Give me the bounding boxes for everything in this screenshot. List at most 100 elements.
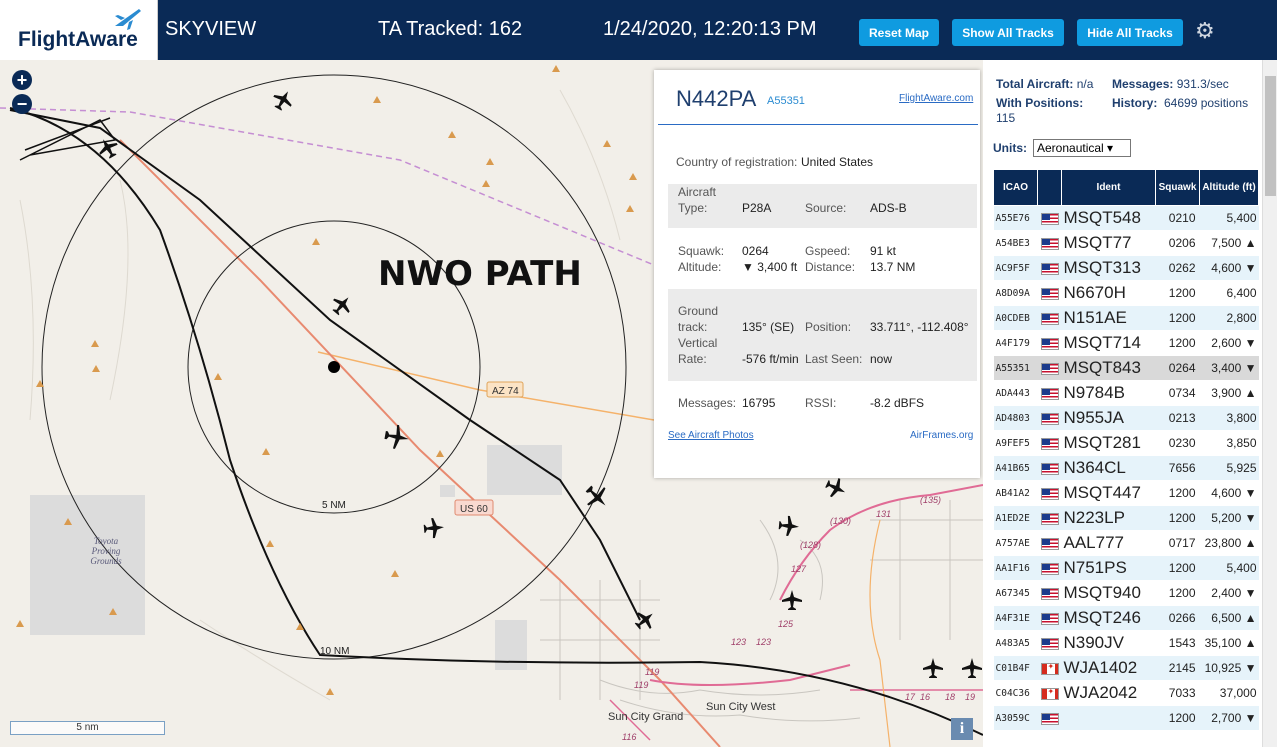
row-icao: A41B65 — [993, 455, 1038, 481]
flag-usa-icon — [1040, 512, 1059, 525]
flightaware-link[interactable]: FlightAware.com — [899, 93, 973, 104]
row-squawk: 1200 — [1155, 580, 1200, 606]
svg-text:(130): (130) — [830, 516, 851, 526]
table-row[interactable]: AB41A2 MSQT447 1200 4,600 ▼ — [993, 480, 1259, 506]
row-squawk: 1200 — [1155, 705, 1200, 731]
map-scale-bar: 5 nm — [10, 721, 165, 735]
col-icao[interactable]: ICAO — [993, 169, 1038, 206]
table-row[interactable]: AD4803 N955JA 0213 3,800 — [993, 405, 1259, 431]
row-ident: N364CL — [1061, 455, 1156, 481]
row-flag — [1037, 555, 1062, 581]
table-row[interactable]: A757AE AAL777 0717 23,800 ▲ — [993, 530, 1259, 556]
aircraft-icon — [782, 590, 802, 610]
road-us60-label: US 60 — [460, 504, 488, 515]
info-icon[interactable]: i — [951, 718, 973, 740]
col-squawk[interactable]: Squawk — [1155, 169, 1200, 206]
svg-text:17: 17 — [905, 692, 916, 702]
datetime: 1/24/2020, 12:20:13 PM — [603, 18, 817, 40]
row-squawk: 1200 — [1155, 330, 1200, 356]
row-squawk: 1200 — [1155, 305, 1200, 331]
row-flag — [1037, 580, 1062, 606]
svg-text:116: 116 — [622, 732, 636, 742]
flag-usa-icon — [1040, 587, 1059, 600]
panel-scrollbar[interactable] — [1262, 60, 1277, 747]
flag-usa-icon — [1040, 237, 1059, 250]
row-icao: C04C36 — [993, 680, 1038, 706]
flag-usa-icon — [1040, 637, 1059, 650]
row-ident: N390JV — [1061, 630, 1156, 656]
row-flag — [1037, 530, 1062, 556]
airframes-link[interactable]: AirFrames.org — [910, 430, 973, 441]
row-icao: A1ED2E — [993, 505, 1038, 531]
svg-text:(135): (135) — [920, 495, 941, 505]
col-altitude[interactable]: Altitude (ft) — [1199, 169, 1259, 206]
show-all-tracks-button[interactable]: Show All Tracks — [952, 19, 1064, 46]
zoom-in-button[interactable]: + — [12, 70, 32, 90]
col-ident[interactable]: Ident — [1061, 169, 1156, 206]
aircraft-icon — [423, 518, 444, 539]
row-icao: ADA443 — [993, 380, 1038, 406]
zoom-out-button[interactable]: − — [12, 94, 32, 114]
table-row[interactable]: A55E76 MSQT548 0210 5,400 — [993, 205, 1259, 231]
gspeed-value: 91 kt — [870, 244, 897, 258]
table-row[interactable]: A483A5 N390JV 1543 35,100 ▲ — [993, 630, 1259, 656]
flag-usa-icon — [1040, 612, 1059, 625]
flightaware-logo[interactable]: FlightAware — [0, 0, 158, 60]
units-select[interactable]: Aeronautical ▾ — [1033, 139, 1131, 157]
table-row[interactable]: C04C36 WJA2042703337,000 — [993, 680, 1259, 706]
row-flag — [1037, 280, 1062, 306]
popup-ident: N442PA — [676, 86, 757, 111]
row-ident: MSQT246 — [1061, 605, 1156, 631]
squawk-label: Squawk: — [678, 244, 725, 258]
table-row[interactable]: A41B65 N364CL 7656 5,925 — [993, 455, 1259, 481]
row-icao: A9FEF5 — [993, 430, 1038, 456]
row-flag — [1037, 705, 1062, 731]
table-row[interactable]: ADA443 N9784B 0734 3,900 ▲ — [993, 380, 1259, 406]
row-squawk: 0213 — [1155, 405, 1200, 431]
table-row[interactable]: A67345 MSQT940 1200 2,400 ▼ — [993, 580, 1259, 606]
units-label: Units: — [993, 141, 1027, 155]
table-row[interactable]: C01B4F WJA1402214510,925 ▼ — [993, 655, 1259, 681]
ground-track-value: 135° (SE) — [742, 320, 795, 334]
see-aircraft-photos-link[interactable]: See Aircraft Photos — [668, 430, 754, 441]
hide-all-tracks-button[interactable]: Hide All Tracks — [1077, 19, 1183, 46]
row-flag — [1037, 305, 1062, 331]
gear-icon[interactable]: ⚙ — [1195, 18, 1215, 44]
svg-text:123: 123 — [731, 637, 746, 647]
row-icao: A3059C — [993, 705, 1038, 731]
row-icao: AD4803 — [993, 405, 1038, 431]
with-positions-value: 115 — [996, 111, 1016, 125]
svg-text:119: 119 — [645, 667, 659, 677]
messages-label: Messages: — [678, 396, 737, 410]
table-row[interactable]: A0CDEB N151AE 1200 2,800 — [993, 305, 1259, 331]
distance-label: Distance: — [805, 260, 856, 274]
row-altitude: 6,500 ▲ — [1199, 605, 1259, 631]
table-row[interactable]: A1ED2E N223LP 1200 5,200 ▼ — [993, 505, 1259, 531]
row-icao: C01B4F — [993, 655, 1038, 681]
table-row[interactable]: A4F179 MSQT714 1200 2,600 ▼ — [993, 330, 1259, 356]
table-row[interactable]: A55351 MSQT843 0264 3,400 ▼ — [993, 355, 1259, 381]
flag-usa-icon — [1040, 362, 1059, 375]
reset-map-button[interactable]: Reset Map — [859, 19, 939, 46]
table-row[interactable]: A9FEF5 MSQT281 0230 3,850 — [993, 430, 1259, 456]
row-flag — [1037, 655, 1062, 681]
table-row[interactable]: AA1F16 N751PS 1200 5,400 — [993, 555, 1259, 581]
table-row[interactable]: AC9F5F MSQT313 0262 4,600 ▼ — [993, 255, 1259, 281]
row-flag — [1037, 230, 1062, 256]
flag-usa-icon — [1040, 262, 1059, 275]
table-row[interactable]: A4F31E MSQT246 0266 6,500 ▲ — [993, 605, 1259, 631]
table-row[interactable]: A54BE3 MSQT77 0206 7,500 ▲ — [993, 230, 1259, 256]
source-label: Source: — [805, 201, 847, 215]
row-ident: MSQT714 — [1061, 330, 1156, 356]
row-ident: MSQT843 — [1061, 355, 1156, 381]
col-flag[interactable] — [1037, 169, 1062, 206]
flag-usa-icon — [1040, 437, 1059, 450]
popup-icao[interactable]: A55351 — [767, 95, 805, 107]
row-squawk: 0717 — [1155, 530, 1200, 556]
scrollbar-thumb[interactable] — [1265, 76, 1276, 196]
row-ident: WJA2042 — [1061, 680, 1156, 706]
table-row[interactable]: A8D09A N6670H 1200 6,400 — [993, 280, 1259, 306]
table-row[interactable]: A3059C 1200 2,700 ▼ — [993, 705, 1259, 731]
position-label: Position: — [805, 320, 852, 334]
row-altitude: 4,600 ▼ — [1199, 480, 1259, 506]
